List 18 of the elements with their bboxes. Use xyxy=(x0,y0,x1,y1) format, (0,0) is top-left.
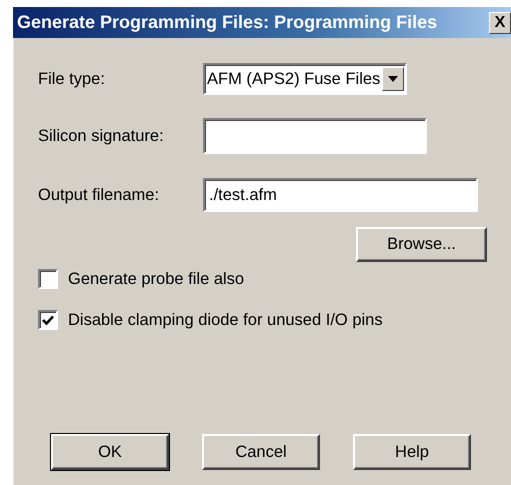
field-label: File type: xyxy=(38,70,106,88)
input-field[interactable] xyxy=(203,118,427,154)
file-type-dropdown[interactable]: AFM (APS2) Fuse Files xyxy=(203,63,407,95)
dropdown-arrow-icon[interactable] xyxy=(388,76,398,82)
checkbox-label: Disable clamping diode for unused I/O pins xyxy=(68,310,383,330)
field-label: Silicon signature: xyxy=(38,126,165,146)
input-field[interactable]: ./test.afm xyxy=(203,178,478,212)
browse-button[interactable]: Browse... xyxy=(356,227,487,262)
close-button[interactable]: X xyxy=(489,12,511,34)
checkmark-icon xyxy=(42,314,54,326)
checkbox[interactable] xyxy=(38,310,58,330)
checkbox-label: Generate probe file also xyxy=(68,270,244,288)
dialog-button[interactable]: OK xyxy=(51,434,169,470)
dialog-button[interactable]: Cancel xyxy=(202,434,320,470)
field-label: Output filename: xyxy=(38,186,160,204)
dialog-button[interactable]: Help xyxy=(353,434,471,470)
window-title: Generate Programming Files: Programming Files xyxy=(17,12,438,33)
checkbox[interactable] xyxy=(38,269,58,289)
